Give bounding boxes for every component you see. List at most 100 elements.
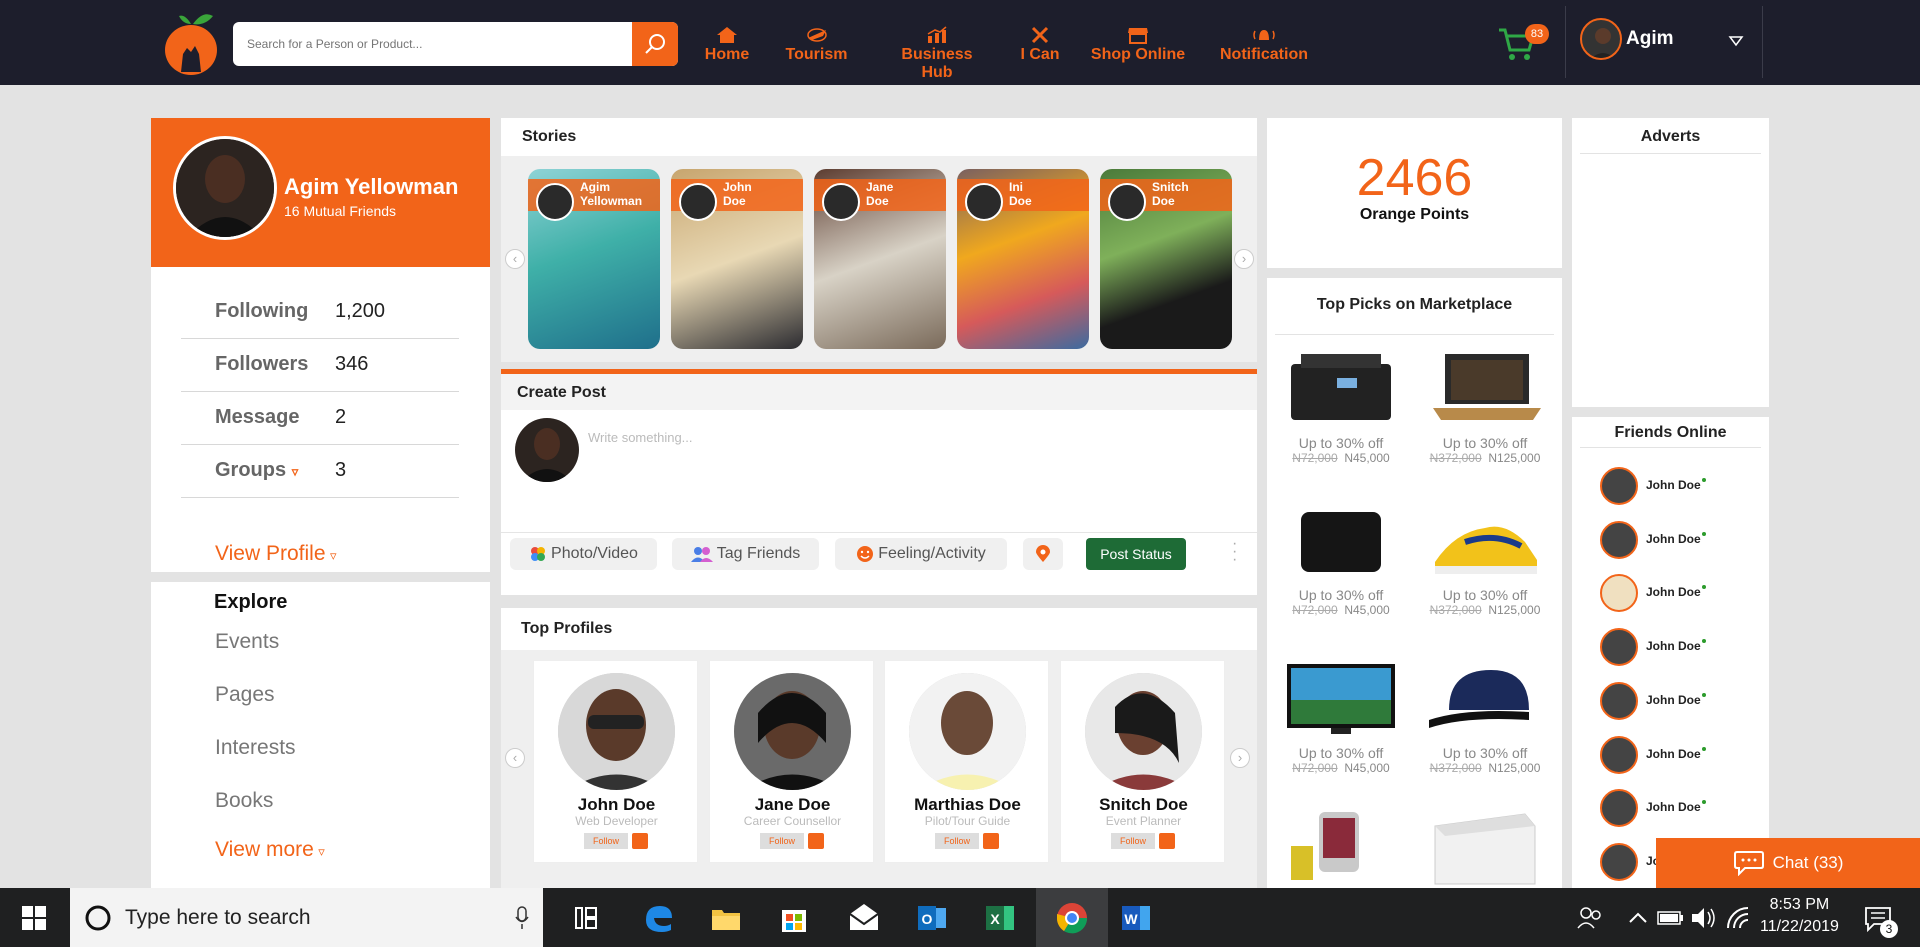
story-card[interactable]: Agim Yellowman	[528, 169, 660, 349]
photo-icon	[531, 547, 546, 561]
explore-item-events[interactable]: Events	[215, 630, 279, 654]
nav-home[interactable]: Home	[702, 26, 752, 66]
search-button[interactable]	[632, 22, 678, 66]
mail-icon[interactable]	[846, 900, 882, 936]
orange-logo-icon[interactable]	[163, 8, 219, 76]
story-name: Snitch Doe	[1152, 180, 1189, 208]
follow-button[interactable]: Follow	[1111, 833, 1155, 849]
message-icon[interactable]	[983, 833, 999, 849]
nav-tourism[interactable]: Tourism	[784, 26, 849, 66]
edge-icon[interactable]	[640, 900, 676, 936]
post-input[interactable]: Write something...	[588, 430, 693, 445]
friend-name: John Doe	[1646, 747, 1706, 761]
marketplace-item[interactable]	[1415, 806, 1555, 888]
message-icon[interactable]	[808, 833, 824, 849]
search-input[interactable]	[233, 22, 628, 66]
excel-icon[interactable]: X	[982, 900, 1018, 936]
more-options-icon[interactable]: · · ·	[1232, 536, 1237, 568]
online-indicator	[1701, 800, 1706, 804]
story-card[interactable]: Jane Doe	[814, 169, 946, 349]
wifi-icon[interactable]	[1720, 900, 1756, 936]
marketplace-item[interactable]: Up to 30% off N372,000 N125,000	[1415, 502, 1555, 617]
windows-start-icon[interactable]	[22, 906, 46, 930]
user-avatar[interactable]	[1580, 18, 1622, 60]
explore-item-pages[interactable]: Pages	[215, 683, 275, 707]
people-icon[interactable]	[1572, 900, 1608, 936]
view-more-link[interactable]: View more ▿	[215, 838, 325, 862]
marketplace-item[interactable]: Up to 30% off N372,000 N125,000	[1415, 350, 1555, 465]
story-card[interactable]: John Doe	[671, 169, 803, 349]
chevron-right-icon[interactable]: ›	[1234, 249, 1254, 269]
marketplace-item[interactable]	[1271, 806, 1411, 888]
discount-text: Up to 30% off	[1298, 435, 1384, 451]
marketplace-item[interactable]: Up to 30% off N372,000 N125,000	[1415, 660, 1555, 775]
task-view-icon[interactable]	[568, 900, 604, 936]
old-price: N372,000	[1429, 603, 1482, 617]
profile-card-item[interactable]: Marthias Doe Pilot/Tour Guide Follow	[884, 660, 1049, 863]
post-status-button[interactable]: Post Status	[1086, 538, 1186, 570]
location-pin-icon	[1036, 545, 1050, 562]
view-profile-link[interactable]: View Profile ▿	[215, 542, 336, 566]
chevron-right-icon[interactable]: ›	[1230, 748, 1250, 768]
chevron-left-icon[interactable]: ‹	[505, 249, 525, 269]
marketplace-item[interactable]: Up to 30% off N72,000 N45,000	[1271, 350, 1411, 465]
freezer-image	[1434, 813, 1536, 885]
top-profiles-header	[501, 608, 1257, 650]
battery-icon[interactable]	[1652, 900, 1688, 936]
store-icon[interactable]	[776, 900, 812, 936]
price-text: N372,000 N125,000	[1415, 451, 1555, 465]
file-explorer-icon[interactable]	[708, 900, 744, 936]
message-icon[interactable]	[1159, 833, 1175, 849]
profile-card-item[interactable]: Jane Doe Career Counsellor Follow	[709, 660, 874, 863]
location-button[interactable]	[1023, 538, 1063, 570]
profile-name[interactable]: Agim Yellowman	[284, 174, 458, 200]
svg-text:O: O	[922, 911, 933, 927]
profile-card-item[interactable]: John Doe Web Developer Follow	[533, 660, 698, 863]
user-name[interactable]: Agim	[1626, 28, 1674, 50]
photo-video-button[interactable]: Photo/Video	[510, 538, 657, 570]
follow-button[interactable]: Follow	[760, 833, 804, 849]
chat-button[interactable]: Chat (33)	[1656, 838, 1920, 888]
chevron-left-icon[interactable]: ‹	[505, 748, 525, 768]
marketplace-item[interactable]: Up to 30% off N72,000 N45,000	[1271, 502, 1411, 617]
follow-button[interactable]: Follow	[935, 833, 979, 849]
stat-followers[interactable]: Followers 346	[181, 339, 459, 392]
volume-icon[interactable]	[1686, 900, 1722, 936]
message-icon[interactable]	[632, 833, 648, 849]
points-value: 2466	[1356, 149, 1473, 207]
story-name: Agim Yellowman	[580, 180, 643, 208]
story-avatar	[679, 183, 717, 221]
stat-following[interactable]: Following 1,200	[181, 286, 459, 339]
nav-i-can[interactable]: I Can	[1020, 26, 1060, 66]
stat-label: Following	[215, 300, 309, 322]
feeling-activity-button[interactable]: Feeling/Activity	[835, 538, 1007, 570]
stat-label: Groups ▿	[215, 459, 298, 482]
nav-notification[interactable]: Notification	[1218, 26, 1310, 66]
nav-business-hub[interactable]: Business Hub	[884, 26, 990, 81]
chart-icon	[927, 26, 947, 43]
tag-friends-button[interactable]: Tag Friends	[672, 538, 819, 570]
story-card[interactable]: Ini Doe	[957, 169, 1089, 349]
story-avatar	[965, 183, 1003, 221]
stat-message[interactable]: Message 2	[181, 392, 459, 445]
chevron-down-icon[interactable]	[1728, 35, 1744, 47]
outlook-icon[interactable]: O	[914, 900, 950, 936]
chrome-active-tile[interactable]	[1036, 888, 1108, 947]
nav-i-can-label: I Can	[1020, 46, 1060, 63]
story-card[interactable]: Snitch Doe	[1100, 169, 1232, 349]
discount-text: Up to 30% off	[1298, 745, 1384, 761]
taskbar-search[interactable]: Type here to search	[70, 888, 543, 947]
chevron-up-icon[interactable]	[1620, 900, 1656, 936]
explore-item-interests[interactable]: Interests	[215, 736, 296, 760]
stat-groups[interactable]: Groups ▿ 3	[181, 445, 459, 498]
hard-drive-image	[1301, 512, 1381, 572]
follow-button[interactable]: Follow	[584, 833, 628, 849]
explore-item-books[interactable]: Books	[215, 789, 273, 813]
word-icon[interactable]: W	[1118, 900, 1154, 936]
profile-card-item[interactable]: Snitch Doe Event Planner Follow	[1060, 660, 1225, 863]
taskbar-clock[interactable]: 8:53 PM 11/22/2019	[1760, 894, 1839, 938]
marketplace-item[interactable]: Up to 30% off N72,000 N45,000	[1271, 660, 1411, 775]
nav-shop-online[interactable]: Shop Online	[1090, 26, 1186, 66]
profile-avatar[interactable]	[173, 136, 277, 240]
microphone-icon[interactable]	[515, 906, 529, 930]
